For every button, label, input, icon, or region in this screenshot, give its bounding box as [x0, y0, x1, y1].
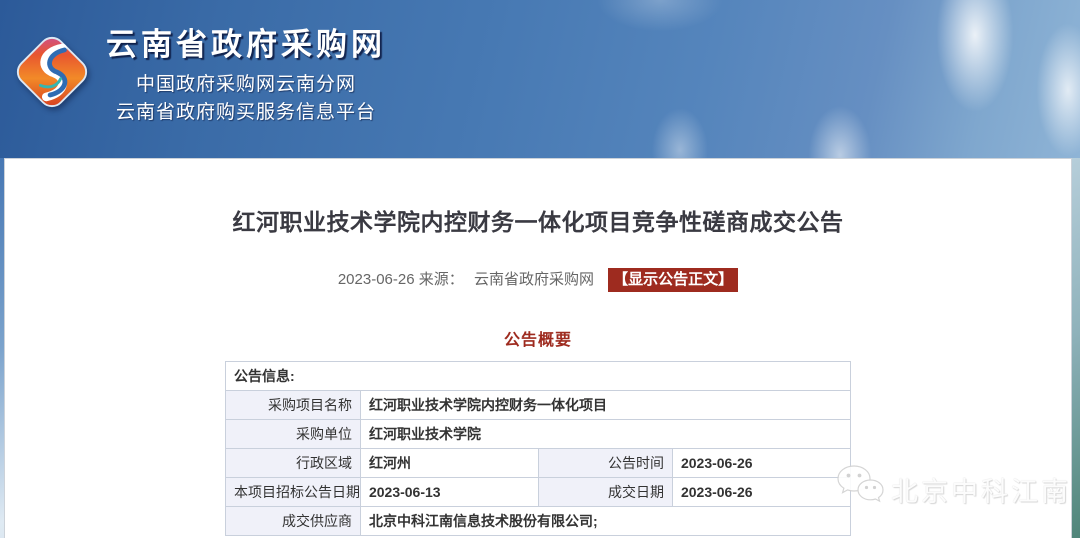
field-value-purchaser: 红河职业技术学院 — [359, 419, 852, 450]
site-logo[interactable] — [6, 24, 98, 120]
site-titles: 云南省政府采购网 中国政府采购网云南分网 云南省政府购买服务信息平台 — [100, 26, 392, 127]
field-value-tender-date: 2023-06-13 — [359, 477, 539, 508]
announcement-meta: 2023-06-26 来源： 云南省政府采购网 【显示公告正文】 — [5, 268, 1071, 293]
field-label-publish-time: 公告时间 — [537, 448, 673, 479]
site-subtitle-1: 中国政府采购网云南分网 — [135, 74, 356, 95]
section-title-summary: 公告概要 — [503, 332, 572, 350]
field-value-award-date: 2023-06-26 — [671, 477, 852, 508]
info-header-cell: 公告信息: — [224, 361, 852, 392]
table-row-project-name: 采购项目名称 红河职业技术学院内控财务一体化项目 — [224, 390, 852, 421]
table-row-purchaser: 采购单位 红河职业技术学院 — [224, 419, 852, 450]
field-label-region: 行政区域 — [224, 448, 361, 479]
site-title: 云南省政府采购网 — [106, 27, 386, 62]
site-header: 云南省政府采购网 中国政府采购网云南分网 云南省政府购买服务信息平台 — [0, 0, 1080, 158]
table-row-info-header: 公告信息: — [224, 361, 852, 392]
field-label-tender-date: 本项目招标公告日期 — [224, 477, 361, 508]
announcement-summary-table: 公告信息: 采购项目名称 红河职业技术学院内控财务一体化项目 采购单位 红河职业… — [224, 361, 852, 537]
content-panel: 红河职业技术学院内控财务一体化项目竞争性磋商成交公告 2023-06-26 来源… — [4, 158, 1072, 538]
field-value-region: 红河州 — [359, 448, 539, 479]
field-value-supplier: 北京中科江南信息技术股份有限公司; — [359, 506, 852, 537]
table-row-supplier: 成交供应商 北京中科江南信息技术股份有限公司; — [224, 506, 852, 537]
page-title: 红河职业技术学院内控财务一体化项目竞争性磋商成交公告 — [232, 209, 844, 235]
field-label-project-name: 采购项目名称 — [224, 390, 361, 421]
site-subtitle-2: 云南省政府购买服务信息平台 — [115, 102, 376, 123]
source-label: 来源： — [418, 271, 464, 288]
table-row-bid-dates: 本项目招标公告日期 2023-06-13 成交日期 2023-06-26 — [224, 477, 852, 508]
table-row-region-publish: 行政区域 红河州 公告时间 2023-06-26 — [224, 448, 852, 479]
announcement-date: 2023-06-26 — [337, 271, 415, 288]
field-value-publish-time: 2023-06-26 — [671, 448, 852, 479]
field-label-purchaser: 采购单位 — [224, 419, 361, 450]
peacock-diamond-logo-icon — [6, 36, 98, 124]
field-label-award-date: 成交日期 — [537, 477, 673, 508]
field-value-project-name: 红河职业技术学院内控财务一体化项目 — [359, 390, 852, 421]
field-label-supplier: 成交供应商 — [224, 506, 361, 537]
source-name: 云南省政府采购网 — [473, 271, 594, 288]
show-announcement-text-button[interactable]: 【显示公告正文】 — [608, 268, 739, 293]
